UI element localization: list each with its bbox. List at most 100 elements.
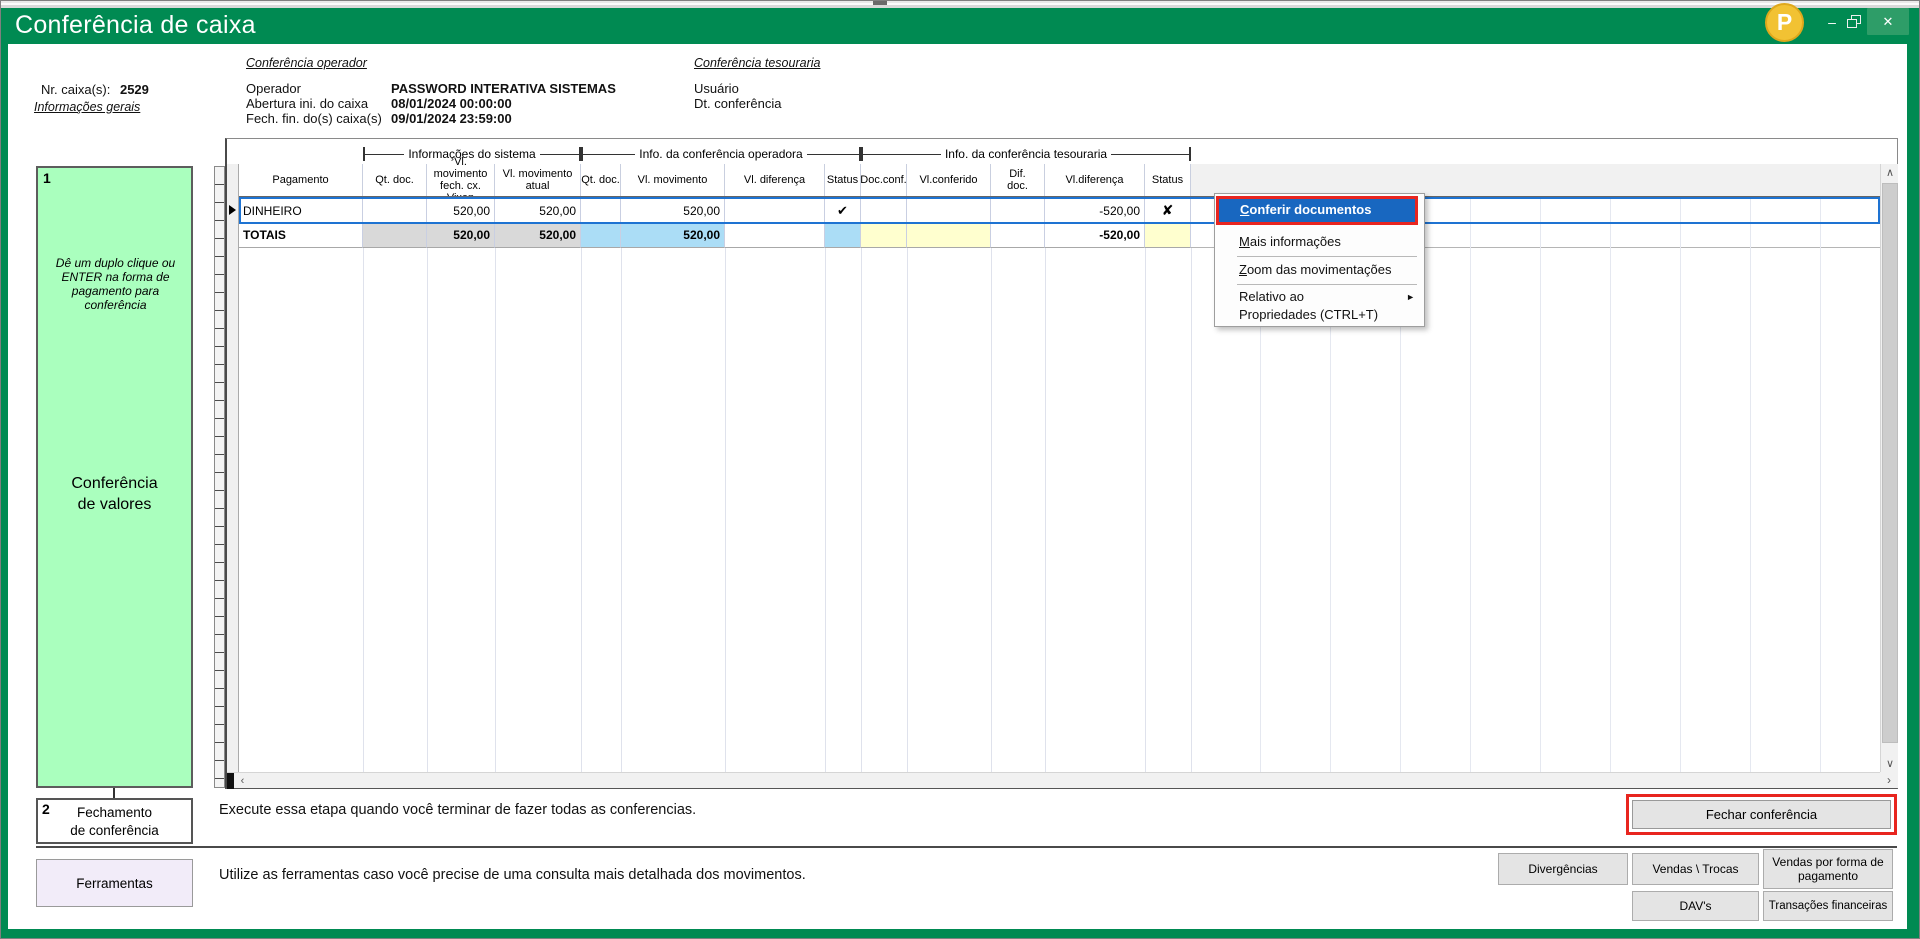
field-value: 08/01/2024 00:00:00: [391, 96, 512, 111]
menu-item-mais-informacoes[interactable]: Mais informações: [1215, 231, 1424, 253]
cell-vl-diferenca-operadora[interactable]: [725, 223, 825, 248]
header-filler: [1191, 164, 1880, 196]
user-avatar[interactable]: P: [1765, 3, 1804, 42]
cell-vl-movimento-fech[interactable]: 520,00: [427, 223, 495, 248]
informacoes-gerais-link[interactable]: Informações gerais: [34, 100, 140, 114]
splitter-strip[interactable]: [214, 166, 225, 788]
davs-button[interactable]: DAV's: [1632, 891, 1759, 921]
minimize-button[interactable]: –: [1821, 11, 1843, 33]
cell-vl-diferenca-tesouraria[interactable]: -520,00: [1045, 198, 1145, 223]
step2-title: Fechamento de conferência: [38, 804, 191, 840]
column-header-status-operadora[interactable]: Status: [825, 164, 861, 196]
fechar-conferencia-button[interactable]: Fechar conferência: [1632, 800, 1891, 829]
menu-separator: [1237, 284, 1417, 285]
cell-vl-movimento-atual[interactable]: 520,00: [495, 223, 581, 248]
cell-vl-diferenca-operadora[interactable]: [725, 198, 825, 223]
vendas-trocas-button[interactable]: Vendas \ Trocas: [1632, 853, 1759, 885]
scroll-up-icon[interactable]: ∧: [1881, 164, 1899, 181]
grid-line: [427, 248, 428, 772]
scroll-down-icon[interactable]: ∨: [1881, 755, 1899, 772]
restore-button[interactable]: [1847, 15, 1861, 28]
scroll-left-icon[interactable]: ‹: [234, 773, 251, 789]
scroll-right-icon[interactable]: ›: [1880, 772, 1898, 788]
cell-vl-movimento-atual[interactable]: 520,00: [495, 198, 581, 223]
caixa-value: 2529: [120, 82, 149, 97]
vertical-scrollbar[interactable]: ∧ ∨: [1880, 164, 1898, 772]
cell-qt-doc-operadora[interactable]: [581, 223, 621, 248]
cell-qt-doc-sistema[interactable]: [363, 223, 427, 248]
cell-dif-doc[interactable]: [991, 198, 1045, 223]
cell-vl-conferido[interactable]: [907, 198, 991, 223]
column-header-doc-conf[interactable]: Doc.conf.: [861, 164, 907, 196]
grid-line: [621, 248, 622, 772]
window-top-edge: [1, 1, 1920, 8]
scrollbar-handle[interactable]: [227, 773, 234, 789]
field-label: Abertura ini. do caixa: [246, 96, 368, 111]
cell-status-operadora[interactable]: [825, 223, 861, 248]
column-header-vl-diferenca-operadora[interactable]: Vl. diferença: [725, 164, 825, 196]
grid-line: [1045, 248, 1046, 772]
column-header-vl-movimento-atual[interactable]: Vl. movimento atual: [495, 164, 581, 196]
cell-doc-conf[interactable]: [861, 198, 907, 223]
window-title: Conferência de caixa: [15, 11, 256, 40]
column-header-qt-doc-operadora[interactable]: Qt. doc.: [581, 164, 621, 196]
restore-icon: [1847, 19, 1857, 28]
window: Conferência de caixa P – ✕ Nr. caixa(s):…: [0, 0, 1920, 939]
column-header-vl-movimento-fech[interactable]: Vl. movimento fech. cx. Vixen: [427, 164, 495, 196]
status-cross-icon[interactable]: ✘: [1145, 198, 1191, 223]
step-connector-line: [113, 788, 115, 798]
grid-line: [1145, 248, 1146, 772]
status-check-icon[interactable]: ✔: [825, 198, 861, 223]
menu-item-propriedades[interactable]: Propriedades (CTRL+T): [1215, 304, 1424, 326]
grid-line: [825, 248, 826, 772]
cell-qt-doc-sistema[interactable]: [363, 198, 427, 223]
horizontal-scrollbar[interactable]: ‹: [227, 772, 1880, 788]
column-header-qt-doc-sistema[interactable]: Qt. doc.: [363, 164, 427, 196]
close-button[interactable]: ✕: [1867, 8, 1909, 35]
column-header-dif-doc[interactable]: Dif. doc.: [991, 164, 1045, 196]
window-border-left: [1, 44, 8, 929]
cell-vl-movimento[interactable]: 520,00: [621, 198, 725, 223]
column-header-status-tesouraria[interactable]: Status: [1145, 164, 1191, 196]
vendas-por-forma-button[interactable]: Vendas por forma de pagamento: [1763, 849, 1893, 889]
field-label: Usuário: [694, 81, 739, 96]
highlight-box-fechar: Fechar conferência: [1626, 794, 1897, 835]
menu-separator: [1237, 256, 1417, 257]
row-selector-column: [227, 164, 239, 772]
cell-qt-doc-operadora[interactable]: [581, 198, 621, 223]
titlebar: Conferência de caixa: [1, 8, 1920, 44]
cell-vl-conferido[interactable]: [907, 223, 991, 248]
cell-vl-movimento[interactable]: 520,00: [621, 223, 725, 248]
payments-grid: Informações do sistema Info. da conferên…: [225, 138, 1898, 789]
column-header-vl-conferido[interactable]: Vl.conferido: [907, 164, 991, 196]
cell-doc-conf[interactable]: [861, 223, 907, 248]
step1-hint: Dê um duplo clique ou ENTER na forma de …: [41, 256, 190, 312]
column-header-vl-movimento[interactable]: Vl. movimento: [621, 164, 725, 196]
grid-line: [991, 248, 992, 772]
cell-dif-doc[interactable]: [991, 223, 1045, 248]
cell-pagamento[interactable]: DINHEIRO: [239, 198, 363, 223]
vertical-scrollbar-thumb[interactable]: [1882, 183, 1898, 743]
menu-item-conferir-documentos[interactable]: Conferir documentos: [1219, 199, 1415, 221]
ferramentas-panel: Ferramentas: [36, 859, 193, 907]
menu-item-zoom-movimentacoes[interactable]: Zoom das movimentações: [1215, 259, 1424, 281]
column-header-vl-diferenca-tesouraria[interactable]: Vl.diferença: [1045, 164, 1145, 196]
context-menu: Conferir documentos Mais informações Zoo…: [1214, 193, 1425, 327]
column-header-pagamento[interactable]: Pagamento: [239, 164, 363, 196]
caixa-label: Nr. caixa(s):: [41, 82, 110, 97]
cell-status-tesouraria[interactable]: [1145, 223, 1191, 248]
cell-pagamento[interactable]: TOTAIS: [239, 223, 363, 248]
grid-line: [495, 248, 496, 772]
column-group-tesouraria: Info. da conferência tesouraria: [861, 146, 1191, 162]
grid-line: [861, 248, 862, 772]
section-title-tesouraria: Conferência tesouraria: [694, 56, 820, 70]
divergencias-button[interactable]: Divergências: [1498, 853, 1628, 885]
field-value: 09/01/2024 23:59:00: [391, 111, 512, 126]
transacoes-financeiras-button[interactable]: Transações financeiras: [1763, 891, 1893, 921]
window-border-right: [1907, 44, 1920, 929]
section-title-operador: Conferência operador: [246, 56, 367, 70]
field-label: Fech. fin. do(s) caixa(s): [246, 111, 382, 126]
cell-vl-movimento-fech[interactable]: 520,00: [427, 198, 495, 223]
current-row-marker: [229, 205, 236, 215]
cell-vl-diferenca-tesouraria[interactable]: -520,00: [1045, 223, 1145, 248]
